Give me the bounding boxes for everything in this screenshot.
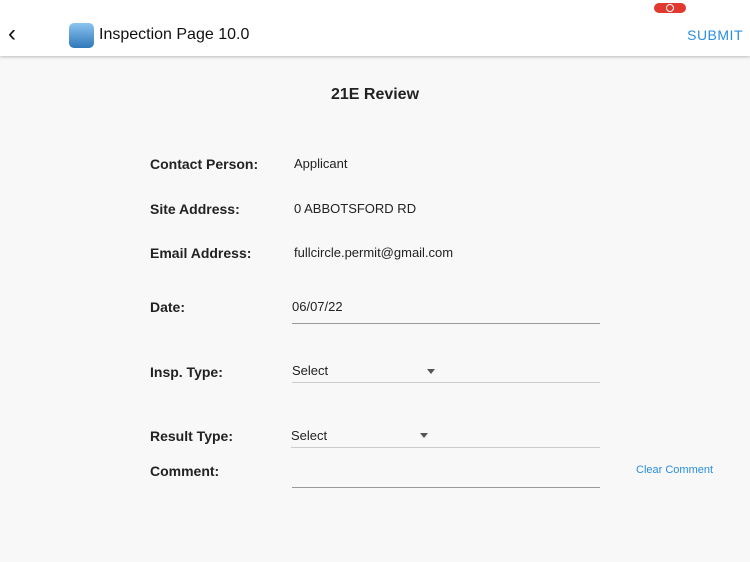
date-label: Date:	[150, 299, 186, 315]
contact-label: Contact Person:	[150, 156, 259, 172]
screen-recording-indicator	[654, 3, 686, 13]
site-value: 0 ABBOTSFORD RD	[294, 201, 417, 216]
insp-type-label: Insp. Type:	[150, 364, 223, 380]
back-chevron-icon[interactable]: ‹	[8, 22, 16, 46]
insp-type-select[interactable]: Select	[292, 363, 600, 383]
clear-comment-button[interactable]: Clear Comment	[636, 464, 713, 476]
chevron-down-icon	[420, 433, 428, 438]
submit-button[interactable]: SUBMIT	[687, 27, 743, 43]
result-type-label: Result Type:	[150, 428, 233, 444]
date-input[interactable]: 06/07/22	[292, 299, 600, 324]
site-label: Site Address:	[150, 201, 240, 217]
comment-input[interactable]	[292, 466, 600, 488]
insp-type-value: Select	[292, 363, 329, 378]
comment-label: Comment:	[150, 463, 220, 479]
result-type-value: Select	[291, 428, 328, 443]
form-heading: 21E Review	[330, 86, 420, 103]
email-value: fullcircle.permit@gmail.com	[294, 245, 454, 260]
page-title: Inspection Page 10.0	[99, 26, 250, 43]
contact-value: Applicant	[294, 156, 348, 171]
app-logo-icon	[69, 23, 94, 48]
email-label: Email Address:	[150, 245, 252, 261]
top-bar: ‹ Inspection Page 10.0 SUBMIT	[0, 0, 750, 56]
result-type-select[interactable]: Select	[291, 428, 600, 448]
chevron-down-icon	[427, 369, 435, 374]
